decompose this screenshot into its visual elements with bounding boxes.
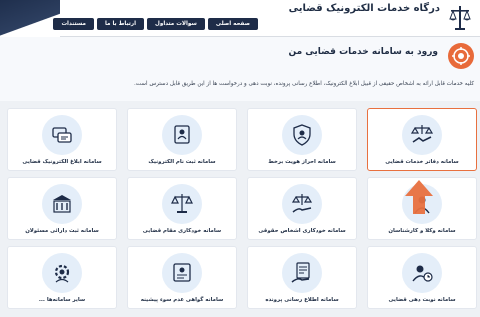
service-label: سامانه ثبت نام الکترونیک — [148, 159, 216, 165]
header-decoration — [0, 0, 60, 37]
nav-docs[interactable]: مستندات — [53, 18, 94, 30]
judicial-logo-icon — [448, 43, 474, 69]
service-label: سایر سامانه‌ها ... — [38, 297, 86, 303]
service-label: سامانه دفاتر خدمات قضایی — [385, 159, 459, 165]
service-card-judicial-authority[interactable]: سامانه خودکاری مقام قضایی — [127, 177, 237, 240]
scales-icon — [162, 184, 202, 224]
service-card-judicial-offices[interactable]: سامانه دفاتر خدمات قضایی — [367, 108, 477, 171]
service-card-assets[interactable]: سامانه ثبت دارائی مسئولان — [7, 177, 117, 240]
service-label: سامانه خودکاری اشخاص حقوقی — [258, 228, 346, 234]
portal-title: درگاه خدمات الکترونیک قضایی — [288, 3, 440, 14]
scales-hand-icon — [282, 184, 322, 224]
nav-contact[interactable]: ارتباط با ما — [96, 18, 145, 30]
document-hand-icon — [282, 253, 322, 293]
user-clock-icon — [402, 253, 442, 293]
nav-faq[interactable]: سوالات متداول — [147, 18, 205, 30]
service-card-criminal-record[interactable]: سامانه گواهی عدم سوء پیشینه — [127, 246, 237, 309]
pointer-arrow-icon — [405, 180, 433, 214]
service-card-case-info[interactable]: سامانه اطلاع رسانی پرونده — [247, 246, 357, 309]
service-label: سامانه خودکاری مقام قضایی — [142, 228, 222, 234]
service-card-other[interactable]: سایر سامانه‌ها ... — [7, 246, 117, 309]
service-label: سامانه ابلاغ الکترونیک قضایی — [22, 159, 102, 165]
service-card-identity[interactable]: سامانه احراز هویت برخط — [247, 108, 357, 171]
service-label: سامانه احراز هویت برخط — [268, 159, 336, 165]
service-card-legal-entities[interactable]: سامانه خودکاری اشخاص حقوقی — [247, 177, 357, 240]
service-label: سامانه اطلاع رسانی پرونده — [265, 297, 339, 303]
service-label: سامانه نوبت دهی قضایی — [388, 297, 456, 303]
register-icon — [162, 115, 202, 155]
shield-user-icon — [282, 115, 322, 155]
intro-description: کلیه خدمات قابل ارائه به اشخاص حقیقی از … — [134, 81, 474, 87]
message-icon — [42, 115, 82, 155]
building-icon — [42, 184, 82, 224]
intro-section: ورود به سامانه خدمات قضایی من کلیه خدمات… — [0, 37, 480, 101]
nav-home[interactable]: صفحه اصلی — [207, 18, 258, 30]
intro-title: ورود به سامانه خدمات قضایی من — [288, 47, 439, 57]
service-label: سامانه ثبت دارائی مسئولان — [25, 228, 99, 234]
service-label: سامانه گواهی عدم سوء پیشینه — [140, 297, 224, 303]
certificate-icon — [162, 253, 202, 293]
scales-emblem-icon[interactable] — [448, 4, 472, 32]
service-card-notification[interactable]: سامانه ابلاغ الکترونیک قضایی — [7, 108, 117, 171]
service-card-appointments[interactable]: سامانه نوبت دهی قضایی — [367, 246, 477, 309]
service-card-registration[interactable]: سامانه ثبت نام الکترونیک — [127, 108, 237, 171]
header: درگاه خدمات الکترونیک قضایی صفحه اصلی سو… — [0, 0, 480, 37]
gear-user-icon — [42, 253, 82, 293]
main-nav: صفحه اصلی سوالات متداول ارتباط با ما مست… — [53, 18, 258, 30]
handshake-scales-icon — [402, 115, 442, 155]
service-label: سامانه وکلا و کارشناسان — [388, 228, 456, 234]
